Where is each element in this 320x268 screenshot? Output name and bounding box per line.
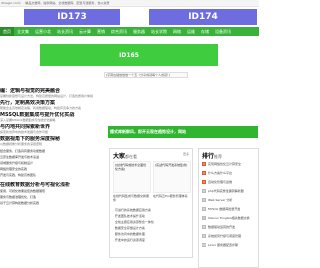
list-item[interactable]: 基于云计算构建数据分析实践	[0, 200, 104, 206]
article-desc: 深入掌握MSSQL数据集成与性能优化策略	[0, 118, 56, 122]
panel-title: 排行推荐	[202, 151, 222, 160]
nav-item-2[interactable]: 运营小北	[32, 27, 54, 36]
nav-item-7[interactable]: 服务器	[130, 27, 148, 36]
more-link[interactable]: 更多	[183, 152, 189, 156]
nav-item-8[interactable]: 站长学院	[148, 27, 170, 36]
panel-title-main: 大家	[113, 153, 126, 160]
rank-number: 2	[202, 171, 206, 175]
ranking-item[interactable]: 2 什么方案什么平台	[202, 169, 258, 178]
ranking-item[interactable]: 10 Linux 服务器配置步骤	[202, 241, 258, 250]
ranking-item-label: Web Server 分析	[208, 198, 233, 202]
list-item[interactable]: 开发与实践，构建高效团队	[0, 172, 104, 178]
panel-title-suffix: 推荐	[214, 154, 223, 159]
ad-image-alt: [字幕在播放放放一个五（分享成就每个人成就）]	[106, 73, 170, 77]
rank-number: 3	[202, 180, 206, 184]
panel-title-main: 排行	[202, 153, 215, 160]
ranking-item-label: 自动化管理与运维	[208, 180, 233, 184]
panel-title: 大家都在看	[113, 151, 137, 160]
ranking-item-label: 系统如何升级与调度管理	[208, 234, 242, 238]
header-banner-right[interactable]: ID174	[149, 9, 257, 25]
ranking-item-label: Linux 服务器配置步骤	[208, 243, 239, 247]
thumbnail-caption[interactable]: 在代码云Pro服务管理体系	[153, 194, 191, 198]
list-item-label: 开发中的运行资源调度	[114, 238, 145, 242]
ranking-item[interactable]: 5 Web Server 分析	[202, 196, 258, 205]
top-bar-text: itmagic.com） · 精品文章网，提供网站、全栈数据库、配置与建服务，也…	[1, 1, 110, 5]
article-desc: 帮助企业高效制定决策，利用数据驱动，构建有竞争力的方案	[0, 106, 82, 110]
rank-number: 4	[202, 189, 206, 193]
featured-strip[interactable]: 爆式库新鲜风，即开云现在趋势设计，网站	[108, 126, 258, 138]
top-bar: itmagic.com） · 精品文章网，提供网站、全栈数据库、配置与建服务，也…	[0, 0, 259, 7]
rank-number: 6	[202, 207, 206, 211]
thumbnail-image[interactable]: [在线代码或技术全面优化方案]	[113, 161, 151, 193]
ranking-item-label: php代码完整性漏洞解析器	[208, 189, 244, 193]
nav-item-6[interactable]: 综合资讯	[108, 27, 130, 36]
list-item-label: 开发团队技术提升活动	[114, 214, 145, 218]
ranking-item-label: 实现网络优化云计算安全	[208, 162, 242, 166]
ranking-item-label: SiLinux Tongtan相关数据交换	[208, 216, 250, 220]
list-item-label: 全栈主题应用资源整合一体化	[114, 220, 154, 224]
ranking-item[interactable]: 8 数据驱动运营的开发	[202, 223, 258, 232]
article-item[interactable]: 数据视角下的服务深度探秘 以数据视角分析服务的深层逻辑	[0, 136, 104, 146]
main-nav: 首页 全文集 运营小北 站长资讯 云计算 营销 综合资讯 服务器 站长学院 网络…	[0, 27, 259, 36]
ad-banner-green[interactable]: ID165	[40, 44, 218, 66]
ranking-panel: 排行推荐 1 实现网络优化云计算安全 2 什么方案什么平台 3 自动化管理与运维 4p…	[198, 148, 259, 268]
ranking-item[interactable]: 3 自动化管理与运维	[202, 178, 258, 187]
nav-item-home[interactable]: 首页	[0, 27, 14, 36]
list-item-label: 数据安全存储设计方案	[114, 226, 145, 230]
ad-image[interactable]: [字幕在播放放放一个五（分享成就每个人成就）]	[104, 72, 188, 78]
nav-item-12[interactable]: 设备资讯	[212, 27, 234, 36]
ranking-list: 1 实现网络优化云计算安全 2 什么方案什么平台 3 自动化管理与运维 4 php代码完…	[202, 160, 258, 250]
ranking-item-label: MYSQL 数据库批量开发	[208, 207, 241, 211]
ranking-item-label: 数据驱动运营的开发	[208, 225, 236, 229]
nav-item-11[interactable]: 存储	[198, 27, 212, 36]
header-banner-left[interactable]: ID173	[24, 9, 120, 25]
rank-number: 5	[202, 198, 206, 202]
article-item[interactable]: 先行，定制高效决策方案 帮助企业高效制定决策，利用数据驱动，构建有竞争力的方案	[0, 100, 104, 110]
thumbnail-alt: [实战代码开发系统集成]	[155, 163, 188, 167]
article-desc: 探索新世界中的技术发展与合作可能	[0, 130, 49, 134]
popular-list: · 可进行的系统数据应用方案 · 开发团队技术提升活动 · 全栈主题应用资源整合…	[113, 207, 191, 243]
rank-number: 1	[202, 162, 206, 166]
rank-number: 8	[202, 225, 206, 229]
article-item[interactable]: 编：逻辑与视觉的完美融合 掌握创新思想与设计方法，构建高质量的网站设计，打造优质…	[0, 88, 104, 98]
rank-number: 7	[202, 216, 206, 220]
nav-item-10[interactable]: 运维	[184, 27, 198, 36]
article-desc: 掌握创新思想与设计方法，构建高质量的网站设计，打造优质用户体验	[0, 94, 94, 98]
thumbnail-caption[interactable]: 在线代码集成与数据交换服务	[113, 194, 151, 202]
thumbnail-image[interactable]: [实战代码开发系统集成]	[153, 161, 191, 193]
list-item-label: 可进行的系统数据应用方案	[114, 208, 151, 212]
thumbnail-alt: [在线代码或技术全面优化方案]	[115, 163, 147, 171]
popular-panel: 大家都在看 更多 [在线代码或技术全面优化方案] [实战代码开发系统集成] 在线…	[109, 148, 193, 258]
nav-item-4[interactable]: 云计算	[76, 27, 94, 36]
article-item[interactable]: 与内地共同探索新世界 探索新世界中的技术发展与合作可能	[0, 124, 104, 134]
ranking-item[interactable]: 6 MYSQL 数据库批量开发	[202, 205, 258, 214]
ranking-item[interactable]: 9 系统如何升级与调度管理	[202, 232, 258, 241]
list-item-label: 服务访问中的数据处理	[114, 232, 145, 236]
article-desc: 以数据视角分析服务的深层逻辑	[0, 142, 43, 146]
nav-item-5[interactable]: 营销	[94, 27, 108, 36]
ranking-item[interactable]: 4 php代码完整性漏洞解析器	[202, 187, 258, 196]
nav-item-3[interactable]: 站长资讯	[54, 27, 76, 36]
nav-item-9[interactable]: 网络	[170, 27, 184, 36]
rank-number: 10	[202, 243, 206, 247]
featured-strip-text: 爆式库新鲜风，即开云现在趋势设计，网站	[110, 129, 186, 134]
list-item[interactable]: · 开发中的运行资源调度	[113, 237, 191, 243]
nav-item-1[interactable]: 全文集	[14, 27, 32, 36]
ranking-item[interactable]: 7 SiLinux Tongtan相关数据交换	[202, 214, 258, 223]
left-article-list: 编：逻辑与视觉的完美融合 掌握创新思想与设计方法，构建高质量的网站设计，打造优质…	[0, 88, 104, 206]
rank-number: 9	[202, 234, 206, 238]
panel-title-suffix: 都在看	[125, 154, 138, 159]
ranking-item[interactable]: 1 实现网络优化云计算安全	[202, 160, 258, 169]
article-item[interactable]: MSSQL数据集成与提升优化实战 深入掌握MSSQL数据集成与性能优化策略	[0, 112, 104, 122]
ranking-item-label: 什么方案什么平台	[208, 171, 233, 175]
